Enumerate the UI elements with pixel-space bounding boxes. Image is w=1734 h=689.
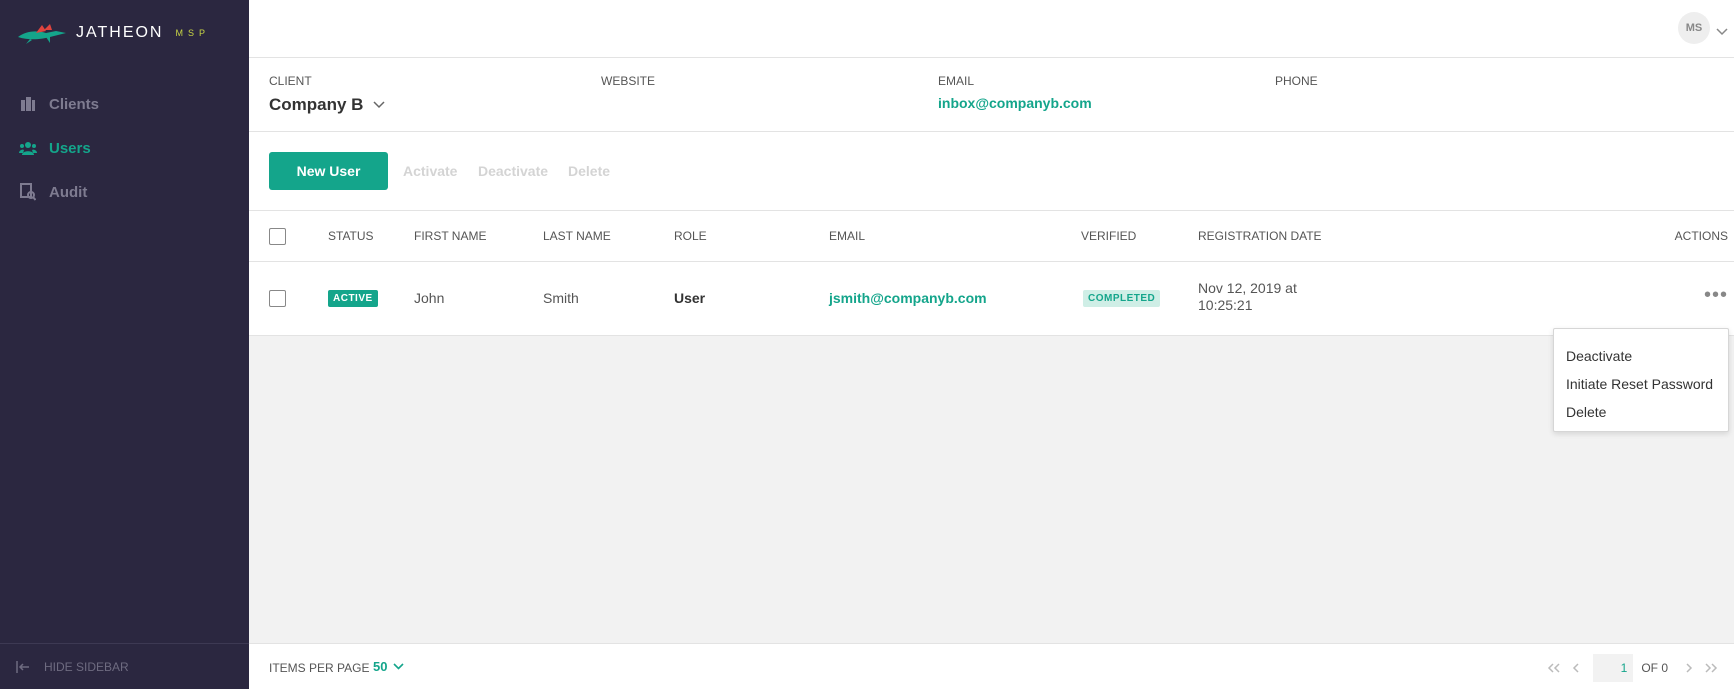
- sidebar-item-label: Audit: [49, 183, 88, 201]
- hide-sidebar-button[interactable]: HIDE SIDEBAR: [0, 643, 249, 689]
- sidebar-item-label: Users: [49, 139, 91, 157]
- client-label: CLIENT: [269, 74, 312, 88]
- users-table: STATUS FIRST NAME LAST NAME ROLE EMAIL V…: [249, 211, 1734, 336]
- email-link[interactable]: jsmith@companyb.com: [829, 290, 987, 306]
- deactivate-button[interactable]: Deactivate: [478, 163, 548, 179]
- verified-badge: COMPLETED: [1083, 290, 1161, 307]
- pager: OF 0: [1543, 654, 1722, 682]
- last-page-icon[interactable]: [1700, 663, 1722, 673]
- toolbar: New User Activate Deactivate Delete: [249, 132, 1734, 211]
- sidebar-item-clients[interactable]: Clients: [0, 82, 249, 126]
- brand-name: JATHEON: [76, 24, 164, 41]
- sidebar-item-audit[interactable]: Audit: [0, 170, 249, 214]
- email-column: EMAIL inbox@companyb.com: [938, 74, 1092, 111]
- menu-item-deactivate[interactable]: Deactivate: [1554, 342, 1728, 370]
- main-content: MS CLIENT Company B WEBSITE EMAIL inbox@…: [249, 0, 1734, 689]
- registration-date-line1: Nov 12, 2019 at: [1198, 280, 1297, 296]
- hide-sidebar-label: HIDE SIDEBAR: [44, 659, 129, 674]
- users-icon: [18, 139, 38, 157]
- client-column: CLIENT Company B: [269, 74, 385, 115]
- website-label: WEBSITE: [601, 74, 656, 88]
- actions-dropdown-menu: Deactivate Initiate Reset Password Delet…: [1553, 328, 1729, 432]
- client-email-link[interactable]: inbox@companyb.com: [938, 95, 1092, 111]
- sidebar: JATHEON MSP Clients Users Audit HIDE SID…: [0, 0, 249, 689]
- next-page-icon[interactable]: [1678, 663, 1700, 673]
- header-verified[interactable]: VERIFIED: [1081, 229, 1136, 243]
- client-name: Company B: [269, 95, 364, 114]
- row-checkbox[interactable]: [269, 290, 286, 307]
- menu-item-reset-password[interactable]: Initiate Reset Password: [1554, 370, 1728, 398]
- status-badge: ACTIVE: [328, 290, 378, 307]
- client-info-bar: CLIENT Company B WEBSITE EMAIL inbox@com…: [249, 58, 1734, 132]
- chevron-down-icon[interactable]: [1716, 23, 1728, 41]
- lizard-logo-icon: [18, 24, 66, 44]
- first-name-cell: John: [414, 290, 445, 306]
- role-cell: User: [674, 290, 706, 306]
- header-first-name[interactable]: FIRST NAME: [414, 229, 486, 243]
- header-last-name[interactable]: LAST NAME: [543, 229, 611, 243]
- items-per-page-label: ITEMS PER PAGE: [269, 661, 370, 675]
- items-per-page-select[interactable]: 50: [373, 659, 405, 674]
- pagination-footer: ITEMS PER PAGE 50 OF 0: [249, 643, 1734, 689]
- building-icon: [18, 95, 38, 113]
- avatar[interactable]: MS: [1678, 12, 1710, 44]
- brand-sub: MSP: [175, 28, 210, 38]
- select-all-checkbox[interactable]: [269, 228, 286, 245]
- brand-logo[interactable]: JATHEON MSP: [16, 18, 210, 48]
- table-header: STATUS FIRST NAME LAST NAME ROLE EMAIL V…: [249, 211, 1734, 262]
- client-select[interactable]: Company B: [269, 95, 385, 115]
- items-per-page-value: 50: [373, 659, 388, 674]
- new-user-button[interactable]: New User: [269, 152, 388, 190]
- last-name-cell: Smith: [543, 290, 579, 306]
- first-page-icon[interactable]: [1543, 663, 1565, 673]
- menu-item-delete[interactable]: Delete: [1554, 398, 1728, 426]
- table-row[interactable]: ACTIVE John Smith User jsmith@companyb.c…: [249, 262, 1734, 336]
- registration-date-line2: 10:25:21: [1198, 297, 1253, 313]
- sidebar-item-label: Clients: [49, 95, 100, 113]
- more-actions-icon[interactable]: •••: [1704, 285, 1728, 305]
- header-actions: ACTIONS: [1674, 229, 1728, 243]
- collapse-left-icon: [16, 660, 30, 673]
- header-email[interactable]: EMAIL: [829, 229, 865, 243]
- header-status[interactable]: STATUS: [328, 229, 374, 243]
- website-column: WEBSITE: [601, 74, 655, 88]
- chevron-down-icon: [373, 101, 385, 109]
- top-bar: MS: [249, 0, 1734, 58]
- prev-page-icon[interactable]: [1565, 663, 1587, 673]
- chevron-down-icon: [393, 663, 405, 670]
- sidebar-item-users[interactable]: Users: [0, 126, 249, 170]
- audit-icon: [18, 183, 38, 201]
- phone-label: PHONE: [1275, 74, 1318, 88]
- phone-column: PHONE: [1275, 74, 1318, 88]
- email-label: EMAIL: [938, 74, 975, 88]
- activate-button[interactable]: Activate: [403, 163, 457, 179]
- page-count-label: OF 0: [1641, 661, 1668, 675]
- sidebar-nav: Clients Users Audit: [0, 82, 249, 214]
- header-registration-date[interactable]: REGISTRATION DATE: [1198, 229, 1322, 243]
- header-role[interactable]: ROLE: [674, 229, 707, 243]
- page-number-input[interactable]: [1593, 654, 1634, 682]
- delete-button[interactable]: Delete: [568, 163, 610, 179]
